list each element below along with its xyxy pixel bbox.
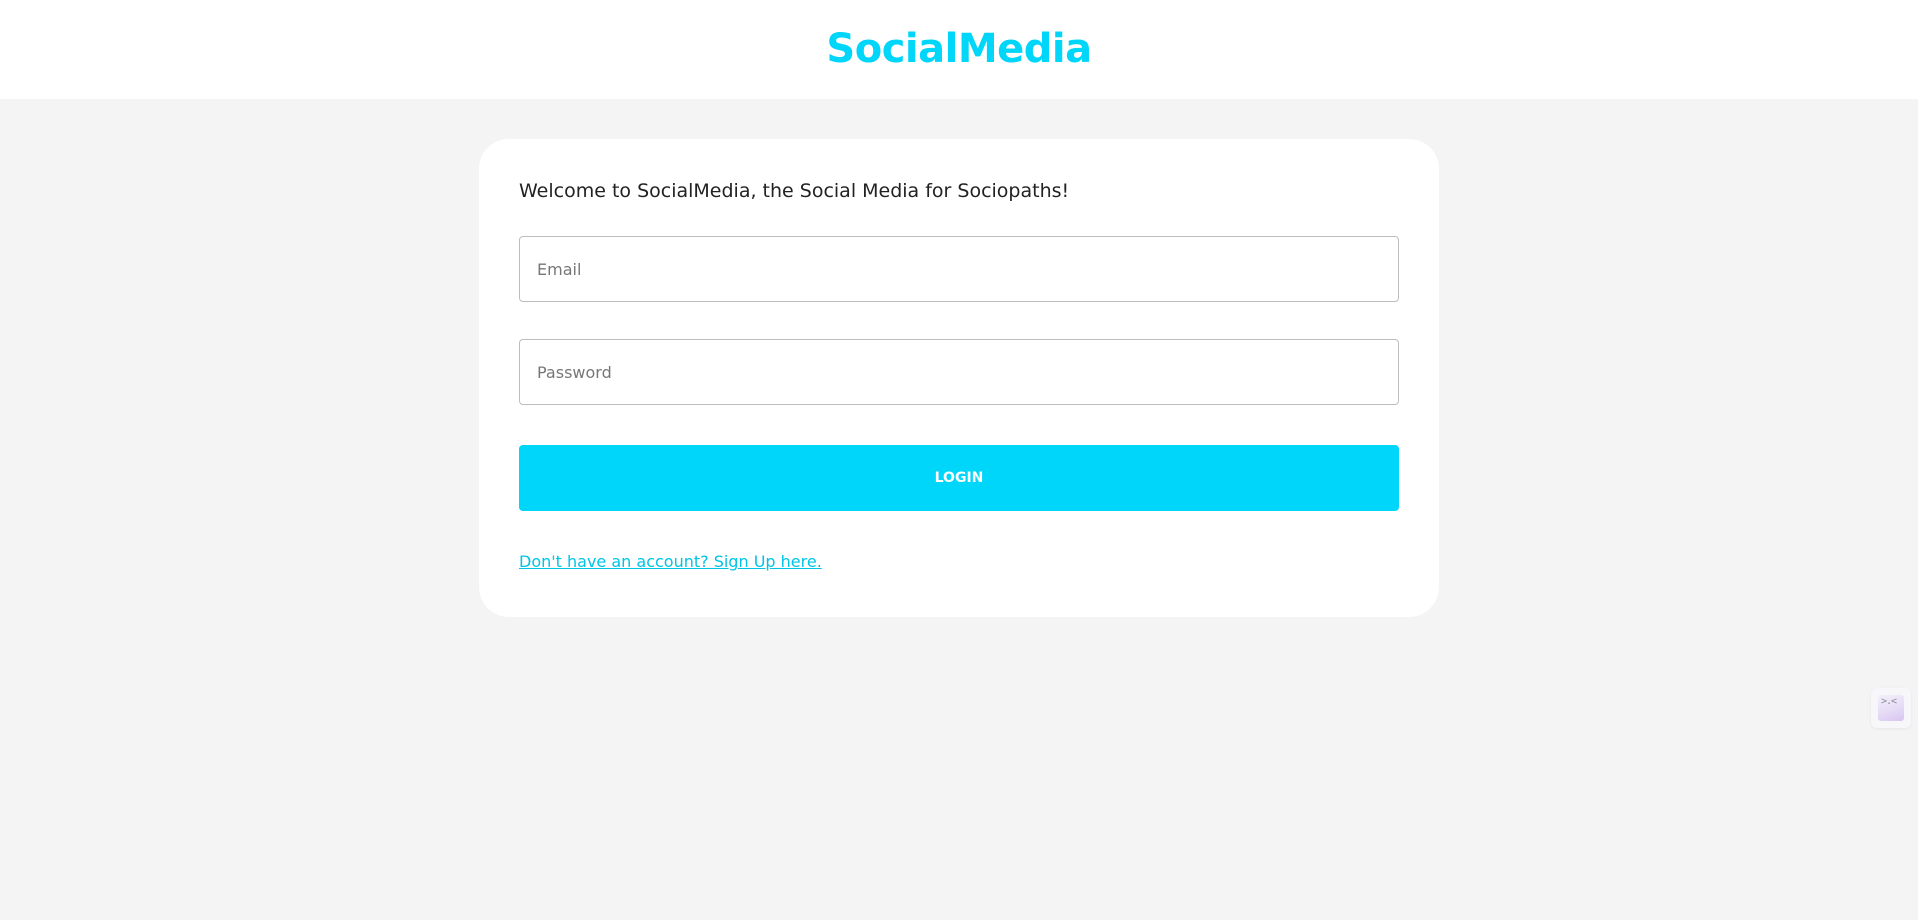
brand-logo[interactable]: SocialMedia [826, 26, 1092, 72]
login-button[interactable]: LOGIN [519, 445, 1399, 511]
welcome-message: Welcome to SocialMedia, the Social Media… [519, 180, 1070, 202]
login-card: Welcome to SocialMedia, the Social Media… [479, 139, 1439, 617]
signup-link[interactable]: Don't have an account? Sign Up here. [519, 552, 822, 571]
top-header: SocialMedia [0, 0, 1918, 99]
widget-glyph: >.< [1881, 696, 1897, 707]
password-field[interactable] [519, 339, 1399, 405]
terminal-face-icon: >.< [1878, 695, 1904, 721]
email-field[interactable] [519, 236, 1399, 302]
floating-widget-button[interactable]: >.< [1871, 688, 1911, 728]
